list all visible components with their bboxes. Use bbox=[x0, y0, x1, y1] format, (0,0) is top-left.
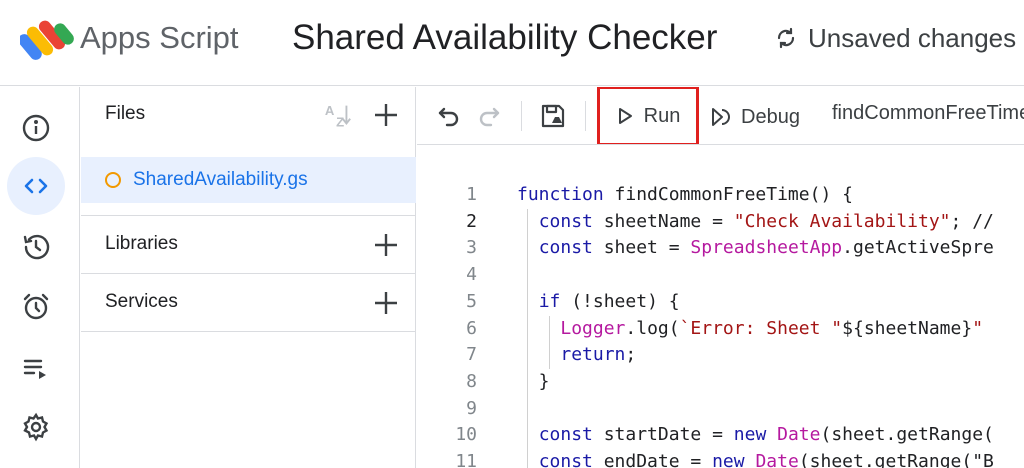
code-line: Logger.log(`Error: Sheet "${sheetName}" bbox=[560, 317, 984, 339]
unsaved-dot-icon bbox=[105, 172, 121, 188]
files-title: Files bbox=[105, 103, 146, 124]
plus-icon bbox=[375, 104, 397, 126]
code-line: function findCommonFreeTime() { bbox=[517, 184, 853, 205]
services-row: Services bbox=[81, 287, 416, 319]
navigation-rail bbox=[0, 87, 80, 468]
gear-icon bbox=[23, 412, 49, 442]
plus-icon bbox=[375, 234, 397, 256]
save-status: Unsaved changes bbox=[774, 20, 1016, 56]
undo-icon bbox=[438, 107, 459, 127]
triggers-button[interactable] bbox=[7, 278, 65, 336]
toolbar-separator bbox=[521, 101, 522, 131]
code-line: const sheetName = "Check Availability"; … bbox=[538, 210, 994, 232]
debug-label: Debug bbox=[741, 105, 800, 128]
add-library-button[interactable] bbox=[370, 229, 402, 261]
sort-files-button[interactable]: A Z bbox=[320, 99, 356, 131]
code-line: const endDate = new Date(sheet.getRange(… bbox=[538, 451, 994, 468]
files-panel: Files A Z SharedAvailability.gs Librarie… bbox=[81, 87, 416, 468]
line-number: 1 bbox=[466, 184, 477, 205]
history-button[interactable] bbox=[7, 218, 65, 276]
editor-button[interactable] bbox=[7, 157, 65, 215]
save-status-text: Unsaved changes bbox=[808, 23, 1017, 53]
code-line: const sheet = SpreadsheetApp.getActiveSp… bbox=[538, 237, 994, 259]
project-title[interactable]: Shared Availability Checker bbox=[292, 16, 717, 60]
overview-button[interactable] bbox=[7, 99, 65, 157]
save-drive-icon bbox=[541, 104, 565, 128]
undo-button[interactable] bbox=[433, 100, 465, 132]
redo-button[interactable] bbox=[473, 100, 505, 132]
sort-alpha-icon: A Z bbox=[325, 103, 351, 129]
indent-guide bbox=[527, 208, 528, 468]
apps-script-logo[interactable] bbox=[20, 18, 76, 62]
toolbar-separator bbox=[585, 101, 586, 131]
libraries-label: Libraries bbox=[105, 233, 178, 254]
line-number: 3 bbox=[466, 237, 477, 259]
code-line: if (!sheet) { bbox=[538, 290, 680, 312]
settings-button[interactable] bbox=[7, 398, 65, 456]
play-icon bbox=[618, 108, 632, 124]
line-number: 2 bbox=[466, 210, 477, 232]
run-button[interactable]: Run bbox=[597, 87, 699, 144]
code-line: const startDate = new Date(sheet.getRang… bbox=[538, 424, 994, 446]
playlist-play-icon bbox=[23, 359, 46, 379]
indent-guide bbox=[549, 315, 550, 369]
app-header: Apps Script Shared Availability Checker … bbox=[0, 0, 1024, 86]
debug-icon bbox=[712, 108, 730, 126]
svg-text:A: A bbox=[325, 103, 335, 118]
sync-icon bbox=[777, 27, 795, 49]
function-selector[interactable]: findCommonFreeTime bbox=[832, 102, 1024, 125]
save-button[interactable] bbox=[537, 100, 569, 132]
code-line: return; bbox=[560, 344, 637, 366]
libraries-row: Libraries bbox=[81, 229, 416, 261]
divider bbox=[81, 331, 416, 332]
line-number: 9 bbox=[466, 397, 477, 419]
brand-name: Apps Script bbox=[80, 20, 239, 55]
line-number: 8 bbox=[466, 370, 477, 392]
line-number: 11 bbox=[455, 451, 477, 468]
file-item[interactable]: SharedAvailability.gs bbox=[81, 157, 416, 203]
divider bbox=[81, 215, 416, 216]
line-number: 10 bbox=[455, 424, 477, 446]
line-number: 4 bbox=[466, 264, 477, 286]
line-number: 5 bbox=[466, 290, 477, 312]
redo-icon bbox=[479, 107, 500, 127]
file-name: SharedAvailability.gs bbox=[133, 169, 308, 190]
files-header: Files A Z bbox=[81, 99, 416, 131]
info-icon bbox=[22, 114, 50, 142]
executions-button[interactable] bbox=[7, 339, 65, 397]
add-service-button[interactable] bbox=[370, 287, 402, 319]
debug-button[interactable]: Debug bbox=[709, 100, 800, 134]
run-label: Run bbox=[643, 104, 681, 127]
services-label: Services bbox=[105, 291, 178, 312]
add-file-button[interactable] bbox=[370, 99, 402, 131]
plus-icon bbox=[375, 292, 397, 314]
code-line: } bbox=[517, 370, 550, 392]
divider bbox=[81, 273, 416, 274]
editor-toolbar: Run Debug findCommonFreeTime bbox=[417, 87, 1024, 145]
line-number: 6 bbox=[466, 317, 477, 339]
history-icon bbox=[23, 234, 50, 260]
svg-text:Z: Z bbox=[336, 114, 344, 129]
code-editor[interactable]: 1 2 3 4 5 6 7 8 9 10 11 function findCommonFreeTime… bbox=[417, 146, 1024, 468]
line-number: 7 bbox=[466, 344, 477, 366]
code-icon bbox=[24, 178, 48, 194]
alarm-clock-icon bbox=[23, 293, 49, 320]
